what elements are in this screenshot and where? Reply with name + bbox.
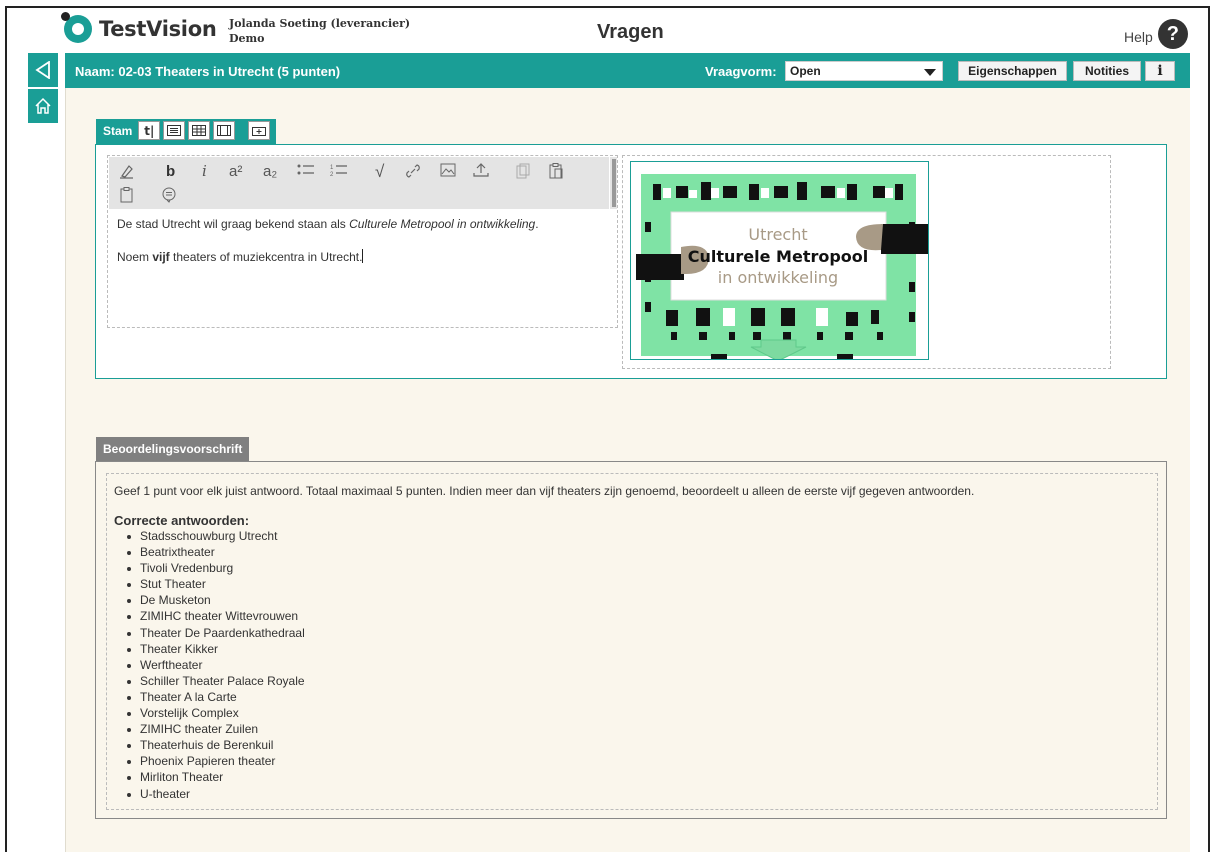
frame-icon[interactable] (213, 121, 236, 140)
user-info: Jolanda Soeting (leverancier) Demo (229, 16, 410, 46)
triangle-left-icon (35, 61, 50, 79)
help-icon[interactable]: ? (1157, 19, 1188, 49)
image-container[interactable]: Utrecht Culturele Metropool in ontwikkel… (622, 155, 1111, 369)
add-frame-icon[interactable] (248, 121, 271, 140)
help-label[interactable]: Help (1124, 29, 1153, 45)
correct-answers-heading: Correcte antwoorden: (114, 513, 250, 528)
list-item: ZIMIHC theater Wittevrouwen (124, 608, 1150, 624)
user-name: Jolanda Soeting (leverancier) (229, 17, 411, 30)
home-icon (35, 97, 51, 114)
sqrt-icon[interactable]: √ (375, 162, 384, 182)
svg-text:2: 2 (330, 172, 334, 177)
beoordeling-intro: Geef 1 punt voor elk juist antwoord. Tot… (114, 484, 975, 498)
info-button[interactable]: i (1145, 61, 1175, 81)
list-item: Beatrixtheater (124, 544, 1150, 560)
user-org: Demo (229, 32, 265, 45)
utrecht-poster-image: Utrecht Culturele Metropool in ontwikkel… (630, 161, 929, 360)
list-item: Theater A la Carte (124, 689, 1150, 705)
upload-icon[interactable] (472, 162, 490, 182)
correct-answers-list: Stadsschouwburg Utrecht Beatrixtheater Tiv… (114, 528, 1150, 802)
editor-scrollbar[interactable] (610, 157, 617, 209)
back-button[interactable] (28, 53, 58, 87)
paste-icon[interactable] (549, 163, 563, 183)
bold-icon[interactable]: b (166, 163, 175, 180)
italic-icon[interactable]: i (202, 162, 207, 180)
image-icon[interactable] (440, 163, 456, 181)
stam-editor[interactable]: b i a² a₂ 12 √ De stad Utrecht wil graag… (107, 155, 618, 328)
list-item: Stadsschouwburg Utrecht (124, 528, 1150, 544)
tab-stam[interactable]: Stam (99, 121, 138, 142)
list-item: Phoenix Papieren theater (124, 753, 1150, 769)
notities-button[interactable]: Notities (1073, 61, 1141, 81)
eigenschappen-button[interactable]: Eigenschappen (958, 61, 1067, 81)
culturele-metropool-illustration: Utrecht Culturele Metropool in ontwikkel… (636, 174, 928, 359)
poster-line-1: Utrecht (748, 225, 807, 244)
list-item: Mirliton Theater (124, 769, 1150, 785)
stam-text-line-1: De stad Utrecht wil graag bekend staan a… (117, 217, 539, 231)
paste-text-icon[interactable] (120, 187, 134, 207)
question-name: Naam: 02-03 Theaters in Utrecht (5 punte… (75, 64, 341, 79)
tab-beoordelingsvoorschrift[interactable]: Beoordelingsvoorschrift (96, 437, 250, 461)
vraagvorm-label: Vraagvorm: (705, 64, 777, 79)
list-item: Schiller Theater Palace Royale (124, 673, 1150, 689)
left-rail (28, 53, 58, 852)
list-item: Vorstelijk Complex (124, 705, 1150, 721)
beoordeling-panel: Geef 1 punt voor elk juist antwoord. Tot… (95, 461, 1167, 819)
list-icon[interactable] (163, 121, 186, 140)
home-button[interactable] (28, 89, 58, 123)
numbered-list-icon[interactable]: 12 (330, 163, 348, 181)
list-item: Theater De Paardenkathedraal (124, 625, 1150, 641)
copy-icon[interactable] (516, 163, 530, 183)
editor-toolbar: b i a² a₂ 12 √ (109, 157, 609, 209)
list-item: Tivoli Vredenburg (124, 560, 1150, 576)
list-item: Werftheater (124, 657, 1150, 673)
text-icon[interactable]: t| (138, 121, 161, 140)
list-item: Theaterhuis de Berenkuil (124, 737, 1150, 753)
text-cursor (362, 249, 364, 263)
table-icon[interactable] (188, 121, 211, 140)
list-item: Stut Theater (124, 576, 1150, 592)
question-topbar: Naam: 02-03 Theaters in Utrecht (5 punte… (65, 53, 1190, 88)
subscript-icon[interactable]: a₂ (263, 163, 277, 180)
comment-icon[interactable] (161, 187, 177, 207)
poster-line-3: in ontwikkeling (718, 268, 838, 287)
help-button[interactable]: Help ? (1124, 19, 1188, 49)
chevron-down-icon (924, 69, 936, 76)
logo-text: TestVision (99, 17, 217, 41)
beoordeling-editor[interactable]: Geef 1 punt voor elk juist antwoord. Tot… (106, 473, 1158, 810)
bullet-list-icon[interactable] (297, 163, 315, 181)
vraagvorm-select[interactable]: Open (785, 61, 943, 81)
stam-tabs: Stam t| (96, 119, 277, 144)
list-item: De Musketon (124, 592, 1150, 608)
list-item: Theater Kikker (124, 641, 1150, 657)
list-item: ZIMIHC theater Zuilen (124, 721, 1150, 737)
poster-line-2: Culturele Metropool (688, 247, 869, 266)
link-icon[interactable] (405, 163, 421, 183)
testvision-logo-icon (61, 12, 92, 43)
stam-text-line-2: Noem vijf theaters of muziekcentra in Ut… (117, 249, 364, 264)
svg-text:1: 1 (330, 165, 334, 171)
eraser-icon[interactable] (119, 163, 135, 183)
superscript-icon[interactable]: a² (229, 163, 242, 180)
vraagvorm-value: Open (790, 64, 821, 78)
stam-panel: b i a² a₂ 12 √ De stad Utrecht wil graag… (95, 144, 1167, 379)
testvision-logo[interactable]: TestVision (61, 12, 217, 43)
list-item: U-theater (124, 786, 1150, 802)
page-title: Vragen (597, 21, 664, 43)
